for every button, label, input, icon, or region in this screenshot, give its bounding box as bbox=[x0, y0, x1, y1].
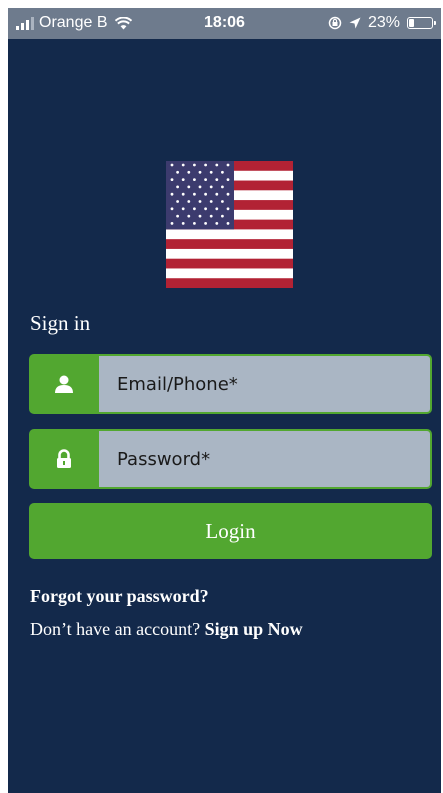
signup-line: Don’t have an account? Sign up Now bbox=[30, 619, 303, 640]
user-icon bbox=[29, 354, 99, 414]
status-right: 23% bbox=[328, 14, 436, 32]
login-screen: Orange B 18:06 23% Sign in Email/Phone* … bbox=[8, 8, 441, 793]
battery-level bbox=[409, 19, 414, 27]
status-bar: Orange B 18:06 23% bbox=[8, 8, 441, 39]
password-field bbox=[29, 429, 432, 489]
location-arrow-icon bbox=[349, 17, 361, 29]
login-button[interactable]: Login bbox=[29, 503, 432, 559]
password-input[interactable] bbox=[99, 431, 430, 487]
no-account-text: Don’t have an account? bbox=[30, 619, 201, 639]
signin-title: Sign in bbox=[30, 311, 91, 335]
signup-link[interactable]: Sign up Now bbox=[205, 619, 303, 639]
email-input[interactable] bbox=[99, 356, 430, 412]
us-flag-icon bbox=[166, 161, 293, 288]
battery-icon bbox=[407, 17, 436, 29]
lock-icon bbox=[29, 429, 99, 489]
forgot-password-link[interactable]: Forgot your password? bbox=[30, 586, 209, 607]
orientation-lock-icon bbox=[328, 16, 342, 30]
battery-percent: 23% bbox=[367, 14, 400, 31]
email-field bbox=[29, 354, 432, 414]
